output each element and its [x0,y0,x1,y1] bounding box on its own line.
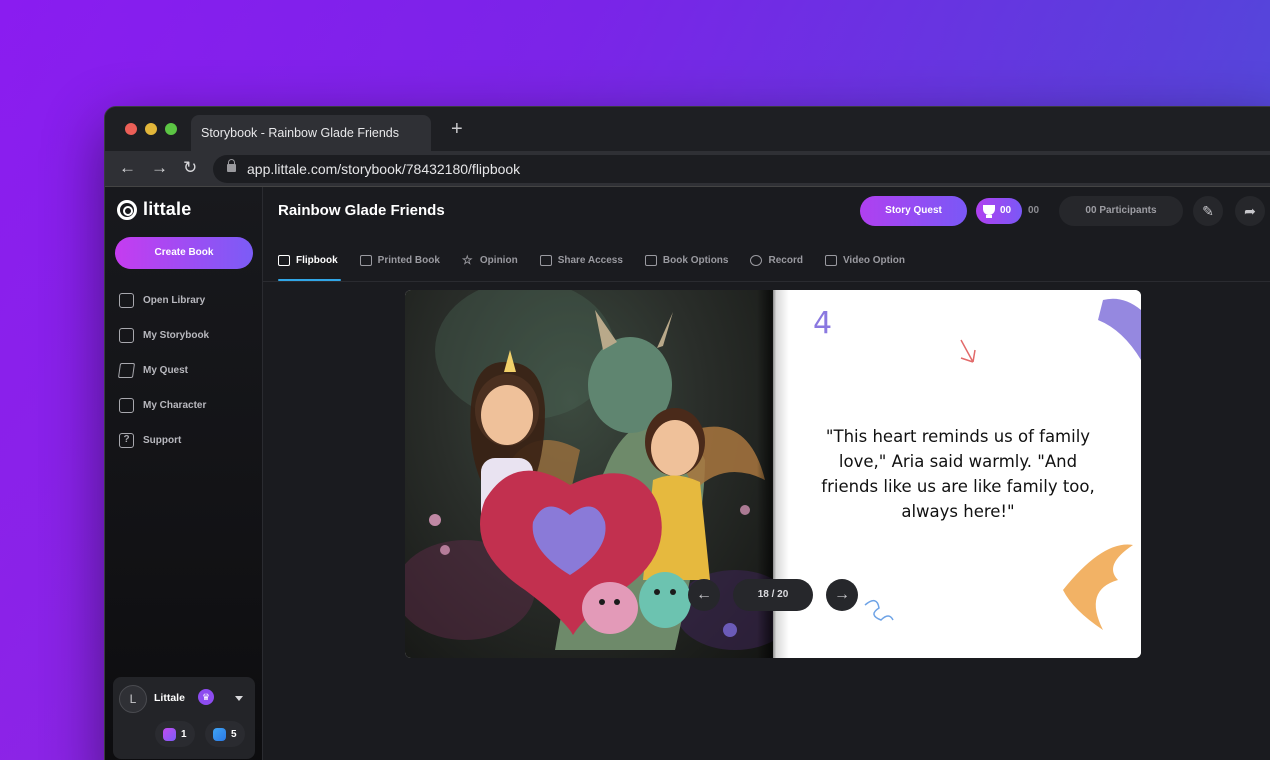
page-title: Rainbow Glade Friends [278,202,445,219]
sidebar-item-my-quest[interactable]: My Quest [117,359,189,381]
score-badge[interactable]: 00 [976,198,1022,224]
tab-book-options[interactable]: Book Options [644,245,739,275]
user-name: Littale [154,692,185,704]
tab-label: Printed Book [377,254,440,266]
sidebar-item-label: My Character [143,399,207,411]
printed-book-icon [359,254,372,266]
edit-icon[interactable]: ✎ [1193,196,1223,226]
sidebar-item-label: Support [143,434,182,446]
url-text: app.littale.com/storybook/78432180/flipb… [247,161,521,177]
sidebar-item-support[interactable]: ? Support [119,429,181,451]
create-book-button[interactable]: Create Book [115,237,253,269]
tab-label: Video Option [842,254,905,266]
back-arrow-icon[interactable]: ← [119,159,136,177]
new-tab-button[interactable]: + [451,119,463,139]
avatar: L [119,685,147,713]
tab-printed-book[interactable]: Printed Book [359,245,450,275]
tab-label: Book Options [662,254,729,266]
tab-record[interactable]: Record [750,245,812,275]
sidebar-item-open-library[interactable]: Open Library [119,289,205,311]
littale-logo-icon [117,199,137,220]
book-credits-count: 1 [181,728,187,740]
laptop-icon [539,254,552,266]
main-content: Rainbow Glade Friends Story Quest 00 00 … [263,187,1270,760]
book-credit-icon [163,727,176,741]
record-icon [750,254,763,266]
reload-icon[interactable]: ↻ [183,159,197,177]
page-indicator: 18 / 20 [733,579,813,611]
storybook-icon [119,327,134,343]
book-credits-badge: 1 [155,721,195,747]
browser-tab[interactable]: Storybook - Rainbow Glade Friends [191,115,431,151]
crown-icon: ♛ [198,689,214,705]
close-window-button[interactable] [125,123,137,135]
library-icon [119,292,134,308]
tab-label: Opinion [479,254,518,266]
tab-video-option[interactable]: Video Option [824,245,915,275]
help-icon: ? [119,432,134,448]
image-credit-icon [213,727,226,741]
story-quest-button[interactable]: Story Quest [860,196,967,226]
tab-share-access[interactable]: Share Access [539,245,633,275]
character-icon [119,397,134,413]
book-tabs: Flipbook Printed Book ☆ Opinion Share Ac… [278,245,927,281]
tab-flipbook[interactable]: Flipbook [278,245,348,281]
image-credits-badge: 5 [205,721,245,747]
share-icon[interactable]: ➦ [1235,196,1265,226]
score-value: 00 [1000,205,1012,216]
user-menu[interactable]: L Littale ♛ 1 5 [113,677,255,759]
chevron-down-icon[interactable] [235,696,243,701]
tab-divider [263,281,1270,282]
sidebar-item-label: Open Library [143,294,206,306]
app: littale Create Book Open Library My Stor… [105,187,1270,760]
lock-icon [227,159,236,172]
sidebar-item-my-character[interactable]: My Character [119,394,206,416]
address-bar-row: ← → ↻ app.littale.com/storybook/78432180… [105,151,1270,187]
browser-window: Storybook - Rainbow Glade Friends + ← → … [104,106,1270,760]
options-icon [644,254,657,266]
image-credits-count: 5 [231,728,237,740]
previous-page-button[interactable]: ← [688,579,720,611]
video-icon [824,254,837,266]
participants-button[interactable]: 00 Participants [1059,196,1183,226]
next-page-button[interactable]: → [826,579,858,611]
sidebar-item-my-storybook[interactable]: My Storybook [119,324,209,346]
logo[interactable]: littale [117,199,191,220]
score-secondary: 00 [1028,205,1040,216]
sidebar-item-label: My Quest [143,364,189,376]
browser-tab-bar: Storybook - Rainbow Glade Friends + [105,107,1270,151]
flipbook-icon [278,254,290,266]
story-text: "This heart reminds us of family love," … [821,427,1095,521]
sidebar: littale Create Book Open Library My Stor… [105,187,263,760]
minimize-window-button[interactable] [145,123,157,135]
tab-opinion[interactable]: ☆ Opinion [462,245,528,275]
graduation-cap-icon [117,362,136,378]
maximize-window-button[interactable] [165,123,177,135]
tab-label: Record [768,254,803,266]
url-input[interactable]: app.littale.com/storybook/78432180/flipb… [213,155,1270,183]
tab-label: Share Access [557,254,623,266]
trophy-icon [983,205,995,218]
logo-text: littale [143,199,192,219]
tab-label: Flipbook [296,254,338,266]
forward-arrow-icon[interactable]: → [151,159,168,177]
sidebar-item-label: My Storybook [143,329,210,341]
star-icon: ☆ [461,252,473,267]
